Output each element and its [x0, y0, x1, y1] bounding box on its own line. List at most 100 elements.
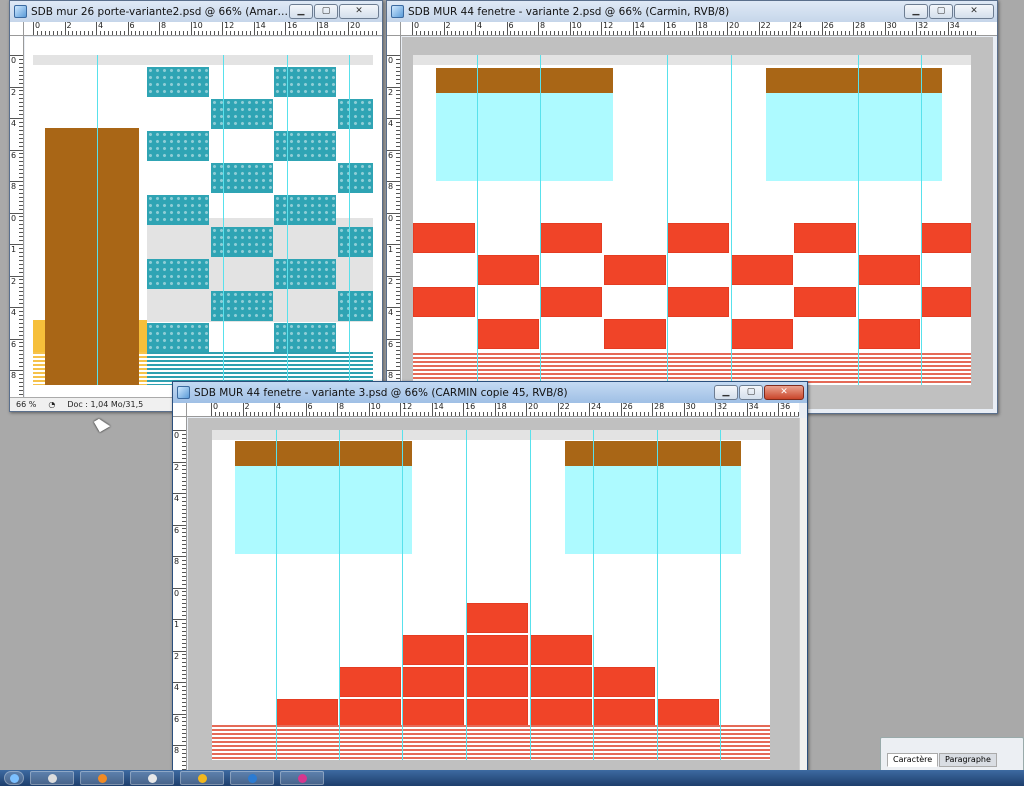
ruler-label: 6 — [129, 22, 135, 30]
tab-paragraphe[interactable]: Paragraphe — [939, 753, 997, 767]
ruler-label: 8 — [161, 22, 167, 30]
canvas-workspace[interactable] — [188, 418, 799, 785]
vertical-scrollbar[interactable] — [799, 418, 807, 785]
ruler-tick — [797, 31, 799, 35]
ruler-tick — [182, 721, 186, 723]
ruler-tick — [19, 381, 23, 383]
guide-line — [540, 55, 541, 385]
start-orb-icon[interactable] — [4, 771, 24, 785]
ruler-tick — [19, 196, 23, 198]
maximize-button[interactable]: ▢ — [929, 4, 953, 19]
ruler-tick — [699, 31, 701, 35]
ruler-tick — [904, 31, 906, 35]
maximize-button[interactable]: ▢ — [739, 385, 763, 400]
ruler-tick — [703, 31, 705, 35]
title-bar[interactable]: SDB MUR 44 fenetre - variante 3.psd @ 66… — [173, 382, 807, 403]
ruler-tick — [478, 412, 480, 416]
ruler-tick — [526, 31, 528, 35]
doc-size[interactable]: Doc : 1,04 Mo/31,5 — [61, 400, 149, 409]
ruler-label: 28 — [855, 22, 866, 30]
ruler-tick — [451, 412, 453, 416]
ruler-tick — [115, 31, 117, 35]
ruler-tick — [19, 310, 23, 312]
horizontal-ruler[interactable]: 0 2 4 6 8 10 12 14 16 18 20 22 24 26 28 30 32 34 — [401, 22, 997, 36]
ruler-tick — [155, 31, 157, 35]
ruler-tick — [482, 412, 484, 416]
document-canvas[interactable] — [413, 55, 971, 385]
window-mur26[interactable]: SDB mur 26 porte-variante2.psd @ 66% (Am… — [9, 0, 383, 412]
photoshop-doc-icon — [391, 5, 404, 18]
character-panel[interactable]: Caractère Paragraphe — [880, 737, 1024, 772]
teal-tile — [211, 163, 273, 193]
zoom-readout[interactable]: 66 % — [10, 400, 42, 409]
teal-tile — [211, 99, 273, 129]
close-button[interactable]: ✕ — [339, 4, 379, 19]
ruler-tick — [182, 563, 186, 565]
app-icon[interactable] — [30, 771, 74, 785]
ruler-tick — [667, 412, 669, 416]
ruler-tick — [320, 31, 322, 35]
ruler-tick — [537, 412, 539, 416]
ruler-label: 36 — [780, 403, 791, 411]
horizontal-ruler[interactable]: 0 2 4 6 8 10 12 14 16 18 20 — [24, 22, 382, 36]
close-button[interactable]: ✕ — [764, 385, 804, 400]
minimize-button[interactable]: ▁ — [714, 385, 738, 400]
ruler-tick — [656, 31, 658, 35]
ruler-tick — [396, 299, 400, 301]
title-bar[interactable]: SDB mur 26 porte-variante2.psd @ 66% (Am… — [10, 1, 382, 22]
ruler-tick — [620, 31, 622, 35]
ruler-tick — [119, 31, 121, 35]
ruler-tick — [514, 31, 516, 35]
ruler-major-tick — [526, 403, 527, 416]
ruler-tick — [565, 412, 567, 416]
paint-icon[interactable] — [280, 771, 324, 785]
canvas-workspace[interactable] — [402, 37, 993, 409]
minimize-button[interactable]: ▁ — [289, 4, 313, 19]
red-tile — [466, 635, 528, 665]
title-bar[interactable]: SDB MUR 44 fenetre - variante 2.psd @ 66… — [387, 1, 997, 22]
vertical-ruler[interactable]: 024680124682 — [10, 36, 24, 397]
tab-caractere[interactable]: Caractère — [887, 753, 939, 767]
minimize-button[interactable]: ▁ — [904, 4, 928, 19]
ruler-tick — [715, 31, 717, 35]
ruler-label: 8 — [11, 182, 17, 191]
ruler-major-tick — [285, 22, 286, 35]
document-canvas[interactable] — [33, 55, 373, 385]
ruler-tick — [182, 670, 186, 672]
ruler-tick — [801, 31, 803, 35]
ruler-tick — [281, 31, 283, 35]
ruler-tick — [182, 520, 186, 522]
ruler-tick — [797, 412, 799, 416]
guide-line — [477, 55, 478, 385]
status-options-icon[interactable]: ◔ — [42, 400, 61, 409]
ruler-tick — [182, 457, 186, 459]
ruler-tick — [750, 31, 752, 35]
ruler-tick — [245, 31, 247, 35]
firefox-icon[interactable] — [80, 771, 124, 785]
notepad-icon[interactable] — [130, 771, 174, 785]
ruler-tick — [490, 31, 492, 35]
ruler-label: 4 — [11, 308, 17, 317]
photoshop-icon[interactable] — [230, 771, 274, 785]
ruler-tick — [237, 31, 239, 35]
outlook-icon[interactable] — [180, 771, 224, 785]
ruler-tick — [182, 559, 186, 561]
window-mur44-v3[interactable]: SDB MUR 44 fenetre - variante 3.psd @ 66… — [172, 381, 808, 786]
top-strip — [33, 55, 373, 65]
ruler-tick — [841, 31, 843, 35]
ruler-tick — [186, 31, 188, 35]
vertical-ruler[interactable]: 024680124680 — [173, 417, 187, 785]
ruler-tick — [19, 125, 23, 127]
vertical-ruler[interactable]: 024680124682 — [387, 36, 401, 409]
maximize-button[interactable]: ▢ — [314, 4, 338, 19]
ruler-tick — [455, 412, 457, 416]
canvas-workspace[interactable] — [25, 37, 382, 397]
ruler-tick — [19, 94, 23, 96]
horizontal-ruler[interactable]: 0 2 4 6 8 10 12 14 16 18 20 22 24 26 28 30 32 34 36 — [187, 403, 799, 417]
ruler-tick — [182, 764, 186, 766]
document-canvas[interactable] — [212, 430, 770, 760]
ruler-label: 2 — [388, 87, 394, 97]
close-button[interactable]: ✕ — [954, 4, 994, 19]
window-mur44-v2[interactable]: SDB MUR 44 fenetre - variante 2.psd @ 66… — [386, 0, 998, 414]
ruler-tick — [182, 615, 186, 617]
